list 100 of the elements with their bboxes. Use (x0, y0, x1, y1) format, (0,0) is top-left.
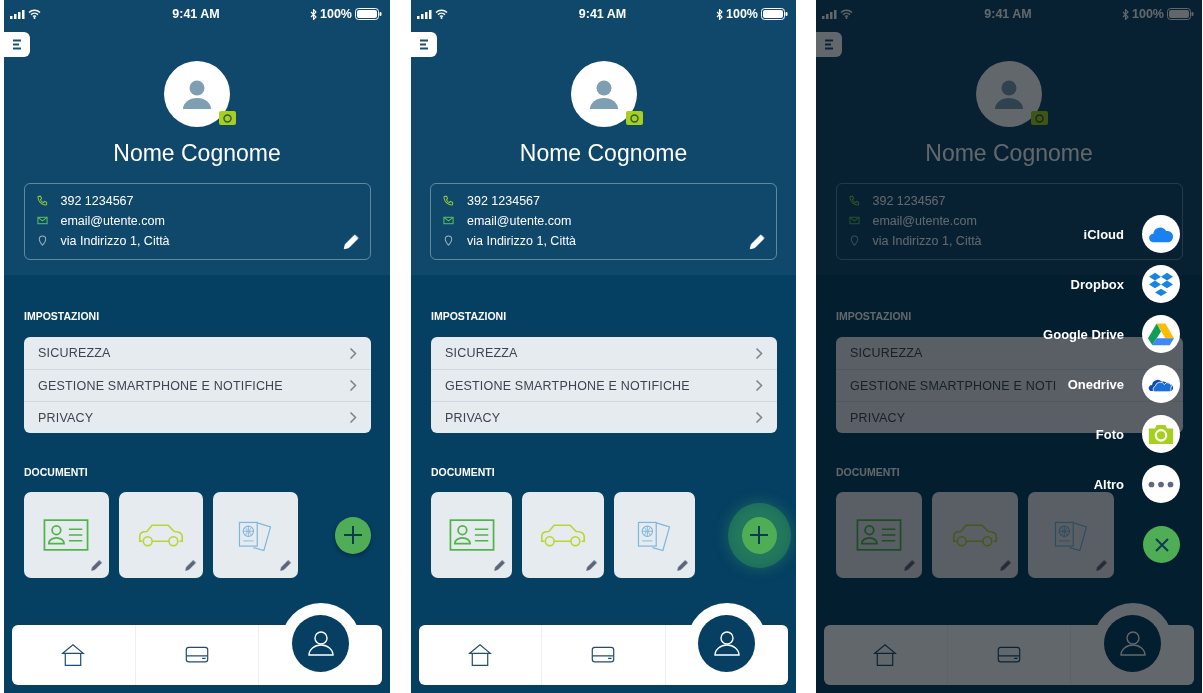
section-title: IMPOSTAZIONI (24, 310, 101, 322)
document-tile[interactable] (522, 492, 604, 578)
contact-text: email@utente.com (872, 213, 977, 228)
contact-text: email@utente.com (60, 213, 165, 228)
bluetooth-icon (716, 8, 723, 20)
envelope-icon (443, 215, 454, 226)
close-icon (1153, 536, 1170, 553)
person-icon (712, 629, 741, 657)
settings-item[interactable]: SICUREZZA (431, 337, 777, 369)
id-card-icon (448, 518, 495, 552)
document-tile[interactable] (431, 492, 513, 578)
home-icon (61, 643, 86, 667)
contact-text: 392 1234567 (872, 193, 946, 208)
contact-text: via Indirizzo 1, Città (467, 233, 577, 248)
wifi-icon (840, 9, 853, 19)
bluetooth-icon (1122, 8, 1129, 20)
menu-icon (823, 39, 835, 50)
camera-icon[interactable] (219, 111, 236, 125)
settings-item[interactable]: PRIVACY (24, 401, 371, 433)
location-pin-icon (36, 235, 48, 246)
contact-text: email@utente.com (467, 213, 572, 228)
person-icon (181, 78, 213, 110)
contact-text: via Indirizzo 1, Città (872, 233, 982, 248)
person-icon (993, 78, 1025, 110)
wifi-icon (435, 9, 448, 19)
id-card-icon (856, 518, 902, 552)
person-icon (587, 78, 620, 110)
status-time: 9:41 AM (984, 7, 1032, 21)
menu-button[interactable] (411, 32, 437, 57)
user-name: Nome Cognome (113, 140, 281, 167)
share-option[interactable]: iCloud (1083, 215, 1180, 253)
triangle-icon (1148, 322, 1174, 346)
section-title: DOCUMENTI (24, 466, 89, 478)
menu-icon (418, 39, 430, 50)
battery-percent: 100% (726, 7, 758, 21)
battery-icon (1167, 8, 1194, 20)
location-pin-icon (848, 235, 860, 246)
document-tile[interactable] (118, 492, 204, 578)
chevron-icon (755, 346, 763, 360)
document-tile[interactable] (836, 492, 922, 578)
document-tile[interactable] (213, 492, 298, 578)
diamonds-icon (1148, 272, 1174, 296)
plus-icon (342, 525, 363, 545)
signal-icon (822, 9, 837, 19)
contact-text: 392 1234567 (467, 193, 540, 208)
add-button[interactable] (742, 516, 777, 554)
camera-icon (1148, 423, 1174, 445)
signal-icon (10, 9, 25, 19)
document-tile[interactable] (1028, 492, 1114, 578)
share-option[interactable]: Dropbox (1070, 265, 1180, 303)
add-button[interactable] (334, 516, 371, 554)
pencil-icon[interactable] (584, 559, 598, 572)
settings-item[interactable]: GESTIONE SMARTPHONE E NOTIFICHE (24, 369, 371, 401)
person-icon (306, 629, 335, 657)
battery-percent: 100% (320, 7, 352, 21)
chevron-icon (755, 411, 763, 424)
id-card-icon (43, 518, 90, 552)
chevron-icon (349, 379, 357, 392)
home-icon (873, 643, 898, 667)
signal-icon (417, 9, 432, 19)
bluetooth-icon (310, 8, 317, 20)
settings-item[interactable]: GESTIONE SMARTPHONE E NOTIFICHE (431, 369, 777, 401)
location-pin-icon (443, 235, 454, 246)
section-title: IMPOSTAZIONI (836, 310, 913, 322)
pencil-icon[interactable] (89, 559, 103, 572)
status-time: 9:41 AM (172, 7, 220, 21)
pencil-icon[interactable] (278, 559, 292, 572)
settings-item[interactable]: SICUREZZA (24, 337, 371, 369)
pencil-icon[interactable] (341, 233, 360, 251)
pencil-icon[interactable] (493, 559, 507, 572)
phone-icon (848, 195, 860, 206)
chevron-icon (349, 411, 357, 424)
chevron-icon (349, 346, 357, 360)
section-title: IMPOSTAZIONI (431, 310, 508, 322)
envelope-icon (848, 215, 860, 226)
pencil-icon[interactable] (676, 559, 689, 572)
battery-percent: 100% (1132, 7, 1164, 21)
menu-icon (11, 39, 23, 50)
settings-item[interactable]: PRIVACY (431, 401, 777, 433)
menu-button[interactable] (4, 32, 30, 57)
share-option[interactable]: Altro (1093, 465, 1180, 503)
document-tile[interactable] (932, 492, 1018, 578)
contact-text: 392 1234567 (60, 193, 134, 208)
document-tile[interactable] (613, 492, 695, 578)
section-title: DOCUMENTI (431, 466, 496, 478)
section-title: DOCUMENTI (836, 466, 901, 478)
phone-icon (443, 195, 454, 206)
document-tile[interactable] (24, 492, 109, 578)
plus-icon (749, 525, 770, 545)
user-name: Nome Cognome (519, 140, 688, 167)
user-name: Nome Cognome (925, 140, 1093, 167)
cloud-icon (1148, 225, 1174, 243)
envelope-icon (36, 215, 48, 226)
phone-icon (36, 195, 48, 206)
home-icon (468, 643, 493, 667)
share-option[interactable]: Google Drive (1043, 315, 1180, 353)
contact-text: via Indirizzo 1, Città (60, 233, 170, 248)
pencil-icon[interactable] (184, 559, 198, 572)
camera-icon[interactable] (625, 111, 643, 125)
battery-icon (355, 8, 382, 20)
